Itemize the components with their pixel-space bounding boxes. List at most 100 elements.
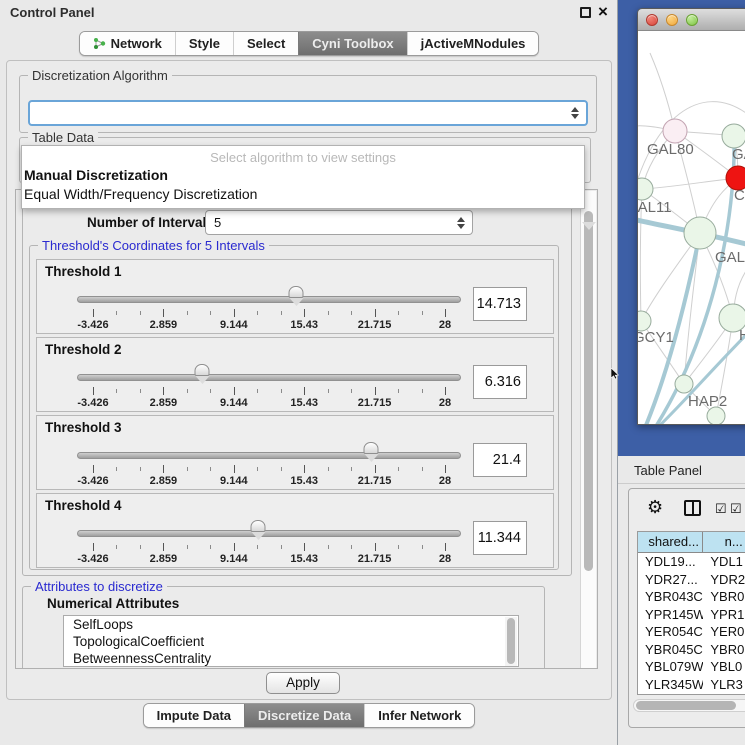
slider-scale: -3.4262.8599.14415.4321.71528 [93, 260, 445, 335]
table-cell[interactable]: YDR27... [638, 571, 703, 589]
zoom-traffic-light[interactable] [686, 14, 698, 26]
table-row[interactable]: YDR27...YDR2 [638, 571, 745, 589]
network-icon [93, 37, 106, 50]
attributes-scrollbar[interactable] [505, 617, 517, 667]
numerical-attributes-list[interactable]: SelfLoopsTopologicalCoefficientBetweenne… [63, 615, 519, 667]
threshold-value-field[interactable]: 21.4 [473, 443, 527, 477]
slider-thumb[interactable] [195, 364, 210, 376]
node-attribute-table[interactable]: shared...n... YDL19...YDL1YDR27...YDR2YB… [637, 531, 745, 695]
scrollbar-thumb[interactable] [507, 618, 515, 664]
tick-mark [351, 545, 352, 549]
attribute-item-betweennesscentrality[interactable]: BetweennessCentrality [64, 650, 518, 667]
float-window-icon[interactable] [580, 7, 591, 18]
horizontal-scrollbar[interactable] [633, 699, 745, 712]
popup-item-manual-discretization[interactable]: Manual Discretization [22, 165, 584, 184]
tick-label: 9.144 [220, 475, 248, 487]
column-header-shared[interactable]: shared... [638, 532, 703, 552]
tab-jactivemnodules[interactable]: jActiveMNodules [407, 32, 539, 55]
network-node[interactable] [707, 407, 725, 425]
network-node-gal4[interactable] [684, 217, 716, 249]
close-icon[interactable]: × [598, 2, 608, 22]
attribute-item-topologicalcoefficient[interactable]: TopologicalCoefficient [64, 633, 518, 650]
table-cell[interactable]: YPR145W [638, 606, 703, 624]
tab-infer-network[interactable]: Infer Network [364, 704, 474, 727]
table-cell[interactable]: YDR2 [703, 571, 745, 589]
table-row[interactable]: YBR045CYBR0 [638, 641, 745, 659]
table-cell[interactable]: YPR1 [703, 606, 745, 624]
slider-thumb[interactable] [364, 442, 379, 454]
network-node-gcy1[interactable] [638, 311, 651, 331]
checkbox-icon[interactable]: ☑ [730, 501, 742, 517]
tick-label: 21.715 [358, 397, 392, 409]
table-cell[interactable]: YBR043C [638, 588, 703, 606]
gear-icon[interactable]: ⚙ [647, 497, 663, 518]
table-cell[interactable]: YLR345W [638, 676, 703, 694]
tick-label: 21.715 [358, 553, 392, 565]
top-tabstrip: NetworkStyleSelectCyni Toolbox jActiveMNo… [0, 31, 618, 56]
tick-label: 28 [439, 475, 451, 487]
tab-label: Impute Data [157, 708, 231, 723]
threshold-value-field[interactable]: 14.713 [473, 287, 527, 321]
column-header-n[interactable]: n... [703, 532, 745, 552]
threshold-row-3: Threshold 3-3.4262.8599.14415.4321.71528… [36, 415, 554, 490]
table-cell[interactable]: YBR0 [703, 641, 745, 659]
tab-network[interactable]: Network [80, 32, 175, 55]
threshold-value-field[interactable]: 11.344 [473, 521, 527, 555]
table-cell[interactable]: YDL1 [703, 553, 745, 571]
network-canvas[interactable]: GAL80GACGAL11GAL4GCY1HHAP2 [638, 31, 745, 425]
attributes-group-label: Attributes to discretize [31, 579, 167, 594]
table-cell[interactable]: YER0 [703, 623, 745, 641]
scrollbar-thumb[interactable] [636, 701, 736, 710]
table-cell[interactable]: YBL0 [703, 658, 745, 676]
number-of-intervals-value: 5 [214, 215, 221, 230]
tick-label: 15.43 [290, 553, 318, 565]
table-cell[interactable]: YLR3 [703, 676, 745, 694]
table-row[interactable]: YDL19...YDL1 [638, 553, 745, 571]
tab-style[interactable]: Style [175, 32, 233, 55]
table-cell[interactable]: YBR0 [703, 588, 745, 606]
split-columns-icon[interactable] [684, 500, 701, 516]
apply-button[interactable]: Apply [266, 672, 340, 694]
table-row[interactable]: YIL052CYIL0 [638, 693, 745, 695]
attributes-group: Attributes to discretize Numerical Attri… [22, 586, 545, 669]
number-of-intervals-combo[interactable]: 5 [205, 210, 473, 235]
tick-label: -3.426 [77, 397, 108, 409]
table-cell[interactable]: YIL0 [703, 693, 745, 695]
network-node-gal80[interactable] [663, 119, 687, 143]
tab-cyni-toolbox[interactable]: Cyni Toolbox [298, 32, 406, 55]
table-cell[interactable]: YIL052C [638, 693, 703, 695]
tick-mark [93, 309, 94, 317]
tick-mark [422, 389, 423, 393]
minimize-traffic-light[interactable] [666, 14, 678, 26]
scrollbar-thumb[interactable] [584, 211, 593, 571]
table-cell[interactable]: YDL19... [638, 553, 703, 571]
slider-thumb[interactable] [289, 286, 304, 298]
table-cell[interactable]: YBL079W [638, 658, 703, 676]
table-row[interactable]: YBR043CYBR0 [638, 588, 745, 606]
table-row[interactable]: YPR145WYPR1 [638, 606, 745, 624]
slider-thumb[interactable] [251, 520, 266, 532]
popup-item-equal-width-frequency-discretization[interactable]: Equal Width/Frequency Discretization [22, 184, 584, 203]
tick-mark [398, 545, 399, 549]
tick-mark [257, 311, 258, 315]
tick-label: 9.144 [220, 397, 248, 409]
tab-select[interactable]: Select [233, 32, 298, 55]
tab-discretize-data[interactable]: Discretize Data [244, 704, 364, 727]
table-row[interactable]: YLR345WYLR3 [638, 676, 745, 694]
threshold-value-field[interactable]: 6.316 [473, 365, 527, 399]
vertical-scrollbar[interactable] [580, 191, 596, 669]
table-cell[interactable]: YER054C [638, 623, 703, 641]
network-node-hap2[interactable] [675, 375, 693, 393]
tab-label: jActiveMNodules [421, 36, 526, 51]
table-row[interactable]: YBL079WYBL0 [638, 658, 745, 676]
algorithm-combo[interactable] [28, 100, 588, 126]
network-graph: GAL80GACGAL11GAL4GCY1HHAP2 [638, 31, 745, 425]
network-node-gal11[interactable] [638, 178, 653, 200]
checkbox-icon[interactable]: ☑ [715, 501, 727, 517]
attribute-item-selfloops[interactable]: SelfLoops [64, 616, 518, 633]
table-row[interactable]: YER054CYER0 [638, 623, 745, 641]
network-node-ga[interactable] [722, 124, 745, 148]
tab-impute-data[interactable]: Impute Data [144, 704, 244, 727]
table-cell[interactable]: YBR045C [638, 641, 703, 659]
close-traffic-light[interactable] [646, 14, 658, 26]
